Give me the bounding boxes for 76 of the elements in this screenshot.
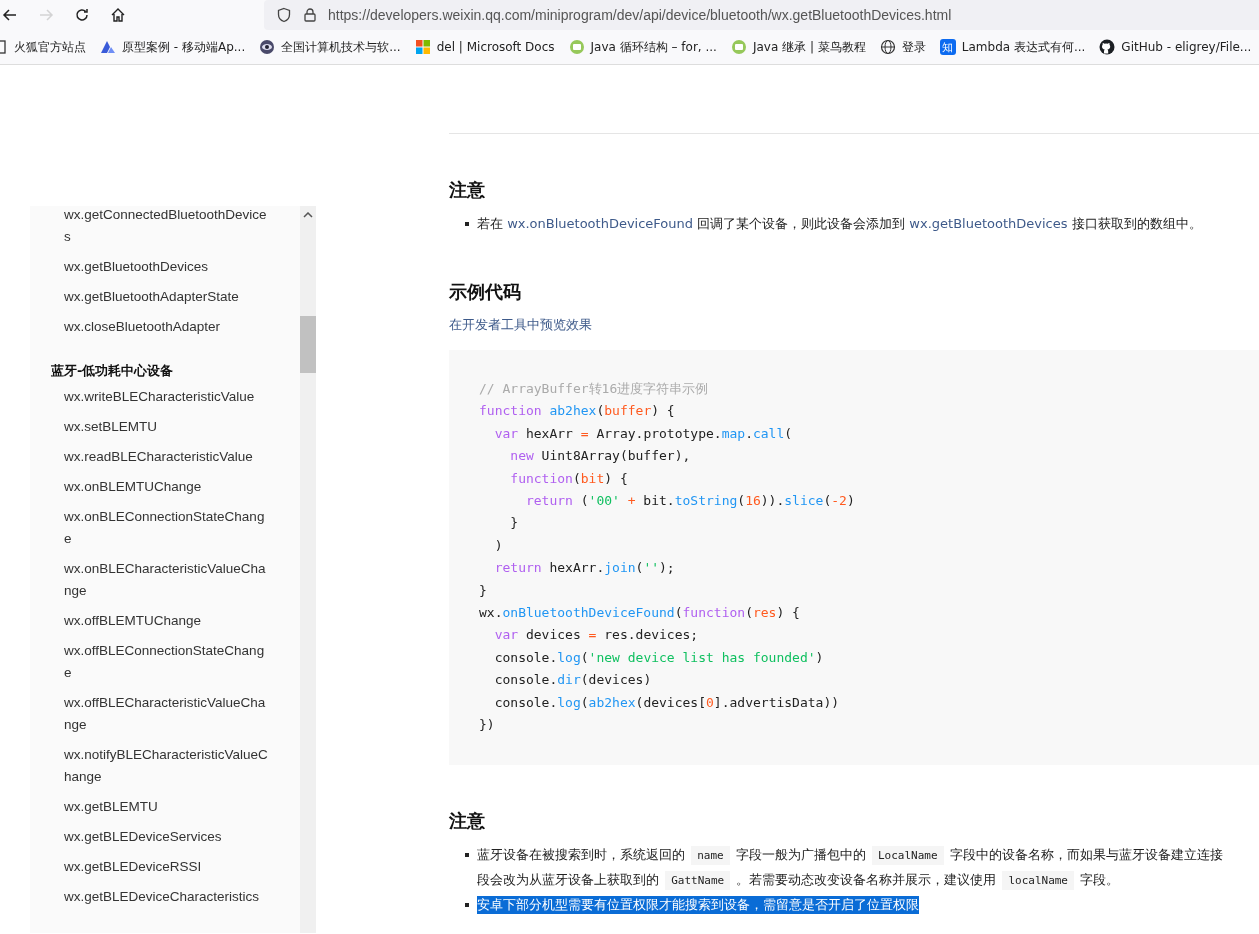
forward-arrow-icon: [38, 7, 54, 23]
code-line: function ab2hex(buffer) {: [479, 402, 676, 421]
bookmark-link[interactable]: Java 循环结构 – for, ...: [590, 38, 717, 56]
api-link[interactable]: wx.getBluetoothDevices: [909, 216, 1068, 231]
address-bar[interactable]: https://developers.weixin.qq.com/miniprogram/dev/api/device/bluetooth/wx.getBluetoothDevices.html: [264, 0, 1259, 30]
code-line: console.log('new device list has founded'): [493, 648, 825, 667]
code-line: wx.onBluetoothDeviceFound(function(res) {: [479, 604, 801, 623]
code-line: ): [493, 536, 504, 555]
section-heading: 注意: [449, 808, 486, 833]
section-heading: 注意: [449, 178, 486, 202]
bookmark-link[interactable]: Java 继承 | 菜鸟教程: [752, 38, 866, 56]
sidebar-link[interactable]: wx.writeBLECharacteristicValue: [30, 382, 270, 412]
sidebar-link[interactable]: wx.onBLEConnectionStateChange: [30, 502, 270, 554]
home-icon: [110, 7, 126, 23]
sidebar-link[interactable]: wx.getBLEDeviceRSSI: [30, 852, 270, 882]
bookmark-link[interactable]: Lambda 表达式有何...: [961, 38, 1086, 56]
sidebar-link[interactable]: wx.onBLECharacteristicValueChange: [30, 554, 270, 606]
bookmark-link[interactable]: 火狐官方站点: [14, 38, 86, 56]
scrollbar-thumb[interactable]: [300, 316, 316, 373]
inline-code: name: [691, 845, 730, 865]
code-line: var hexArr = Array.prototype.map.call(: [493, 424, 794, 443]
bookmark-link[interactable]: 全国计算机技术与软...: [281, 38, 401, 56]
bookmark-link[interactable]: 原型案例 - 移动端Ap...: [122, 38, 246, 56]
code-line: return ('00' + bit.toString(16)).slice(-2): [524, 492, 856, 511]
list-text: 安卓下部分机型需要有位置权限才能搜索到设备，需留意是否开启了位置权限: [477, 894, 919, 916]
sidebar-link[interactable]: wx.setBLEMTU: [30, 412, 270, 442]
sidebar-heading[interactable]: 蓝牙-低功耗中心设备: [30, 342, 300, 382]
code-line: return hexArr.join('');: [493, 559, 676, 578]
sidebar-link[interactable]: wx.offBLEMTUChange: [30, 606, 270, 636]
sidebar-link[interactable]: wx.readBLECharacteristicValue: [30, 442, 270, 472]
windows-logo-icon[interactable]: [414, 39, 431, 55]
globe-icon[interactable]: [879, 39, 896, 55]
sidebar-link[interactable]: wx.offBLEConnectionStateChange: [30, 636, 270, 688]
inline-code: LocalName: [871, 845, 944, 865]
code-line: var devices = res.devices;: [493, 626, 700, 645]
sidebar-link[interactable]: wx.getBluetoothDevices: [30, 252, 270, 282]
scroll-up-icon[interactable]: [303, 212, 313, 218]
bookmark-link[interactable]: 登录: [901, 38, 926, 56]
sidebar-link[interactable]: wx.onBLEMTUChange: [30, 472, 270, 502]
bookmark-link[interactable]: GitHub - eligrey/File...: [1121, 40, 1252, 54]
inline-code: localName: [1002, 870, 1074, 890]
bullet-icon: [465, 852, 469, 857]
zhihu-icon[interactable]: 知: [939, 39, 956, 55]
sidebar-link[interactable]: wx.closeBluetoothAdapter: [30, 312, 270, 342]
scrollbar[interactable]: [300, 206, 316, 933]
code-line: new Uint8Array(buffer),: [509, 447, 692, 466]
sidebar-link[interactable]: wx.getBLEDeviceServices: [30, 822, 270, 852]
section-heading: 示例代码: [449, 280, 522, 304]
bullet-icon: [465, 902, 469, 907]
back-arrow-icon: [2, 7, 18, 23]
sidebar-link[interactable]: wx.notifyBLECharacteristicValueChange: [30, 740, 270, 792]
sidebar-link[interactable]: wx.getBluetoothAdapterState: [30, 282, 270, 312]
code-line: function(bit) {: [509, 469, 629, 488]
code-line: console.dir(devices): [493, 671, 653, 690]
cat-logo-icon[interactable]: [1099, 39, 1116, 55]
shield-icon[interactable]: [276, 7, 292, 23]
api-link[interactable]: wx.onBluetoothDeviceFound: [507, 216, 694, 231]
bookmark-link[interactable]: del | Microsoft Docs: [436, 40, 555, 54]
inline-code: GattName: [665, 870, 731, 890]
lock-icon[interactable]: [302, 7, 318, 23]
code-line: }: [509, 514, 520, 533]
triangle-logo-icon[interactable]: [100, 39, 116, 55]
sidebar-link[interactable]: wx.getBLEMTU: [30, 792, 270, 822]
sidebar-link[interactable]: wx.offBLECharacteristicValueChange: [30, 688, 270, 740]
preview-link[interactable]: 在开发者工具中预览效果: [449, 316, 592, 334]
reload-icon: [74, 7, 90, 23]
eye-icon[interactable]: [259, 39, 276, 55]
code-line: }: [479, 581, 488, 600]
list-text: 若在 wx.onBluetoothDeviceFound 回调了某个设备，则此设备会添加到 wx.getBluetoothDevices 接口获取到的数组中。: [477, 215, 1202, 233]
code-line: }): [479, 716, 496, 735]
sidebar-link[interactable]: wx.getConnectedBluetoothDevices: [30, 206, 270, 252]
list-text: 蓝牙设备在被搜索到时，系统返回的 name 字段一般为广播包中的 LocalName 字段中的设备名称，而如果与蓝牙设备建立连接 段会改为从蓝牙设备上获取到的 GattName 。若需要动态改变设备名称并展示，建议使用 localName 字段。: [477, 842, 1223, 893]
code-line: // ArrayBuffer转16进度字符串示例: [479, 380, 710, 398]
sidebar-link[interactable]: wx.getBLEDeviceCharacteristics: [30, 882, 270, 912]
bullet-icon: [465, 222, 469, 226]
code-line: console.log(ab2hex(devices[0].advertisData)): [493, 693, 841, 712]
